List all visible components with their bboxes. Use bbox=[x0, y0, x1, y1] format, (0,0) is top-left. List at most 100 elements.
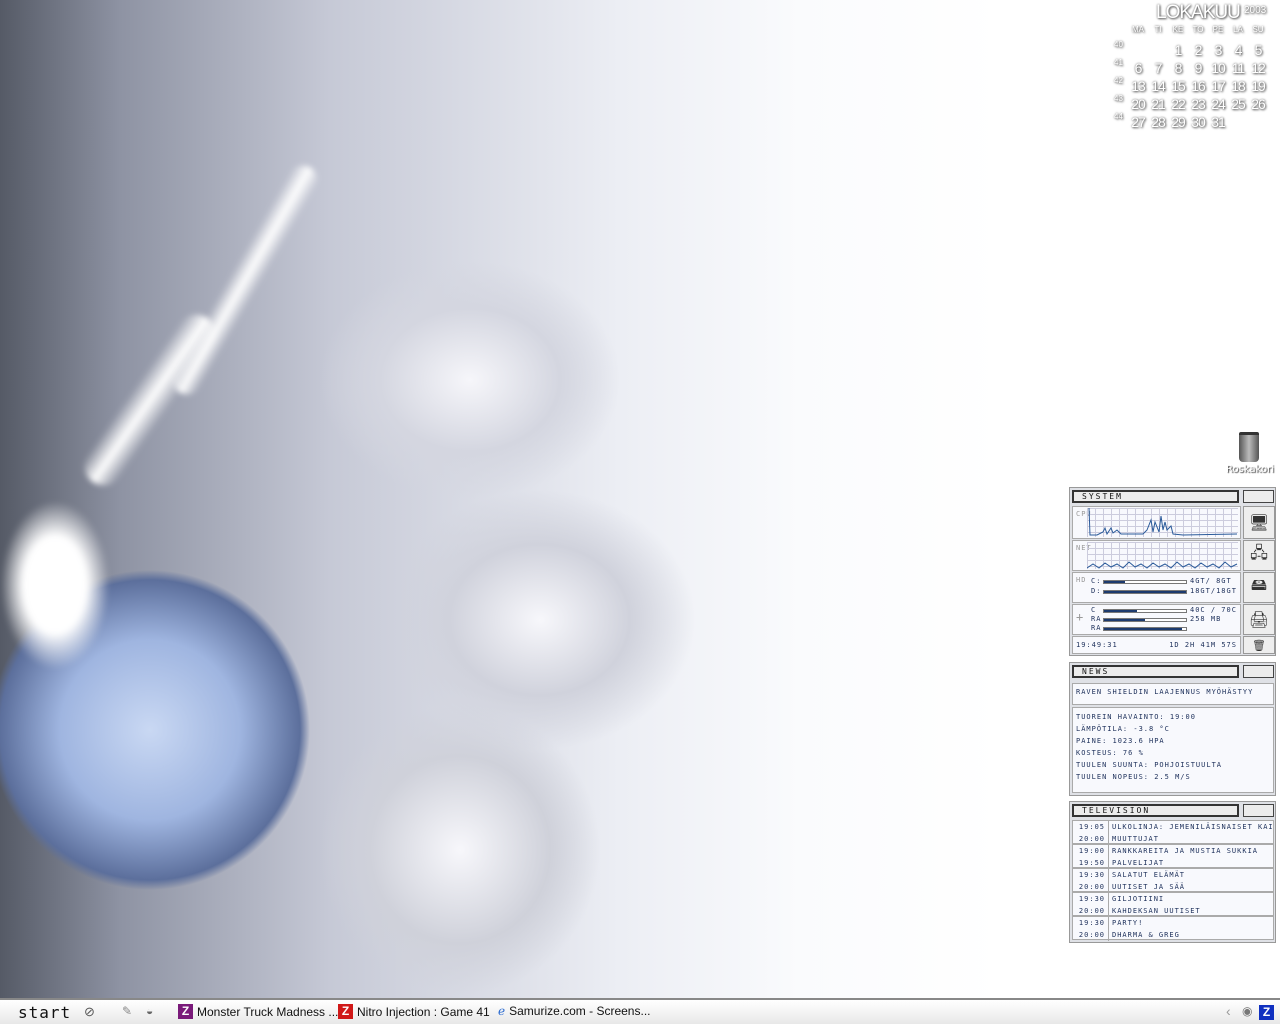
title-box bbox=[1243, 665, 1274, 678]
usage-bar bbox=[1103, 627, 1187, 631]
usage-bar bbox=[1103, 580, 1187, 584]
program-time: 20:00 bbox=[1073, 929, 1109, 941]
bar-label: D: bbox=[1091, 587, 1102, 595]
bar-fill bbox=[1104, 610, 1137, 612]
tv-program[interactable]: 19:30 SALATUT ELÄMÄT bbox=[1073, 869, 1273, 881]
bar-fill bbox=[1104, 591, 1186, 593]
title-box bbox=[1243, 804, 1274, 817]
program-time: 19:05 bbox=[1073, 821, 1109, 833]
news-title: NEWS bbox=[1072, 665, 1239, 678]
weather-line: TUULEN SUUNTA: POHJOISTUULTA bbox=[1076, 761, 1223, 769]
weather-line: KOSTEUS: 76 % bbox=[1076, 749, 1144, 757]
tv-program[interactable]: 19:30 PARTY! bbox=[1073, 917, 1273, 929]
drive-icon[interactable]: 🖴 bbox=[1243, 572, 1275, 603]
bar-fill bbox=[1104, 581, 1125, 583]
weather-line: TUULEN NOPEUS: 2.5 M/S bbox=[1076, 773, 1191, 781]
bar-label: C: bbox=[1091, 577, 1102, 585]
program-name: KAHDEKSAN UUTISET bbox=[1112, 907, 1201, 915]
bar-fill bbox=[1104, 619, 1145, 621]
news-panel: NEWS RAVEN SHIELDIN LAAJENNUS MYÖHÄSTYY … bbox=[1069, 662, 1276, 796]
task-label: Samurize.com - Screens... bbox=[509, 1004, 651, 1018]
tray-z-icon[interactable]: Z bbox=[1259, 1005, 1274, 1020]
program-time: 19:30 bbox=[1073, 869, 1109, 881]
z-icon: Z bbox=[338, 1004, 353, 1019]
program-name: RANKKAREITA JA MUSTIA SUKKIA bbox=[1112, 847, 1259, 855]
tv-panel: TELEVISION 19:05 ULKOLINJA: JEMENILÄISNAI… bbox=[1069, 801, 1276, 943]
taskbar: start ⊘ ✎ ◒ Z Monster Truck Madness ... Z… bbox=[0, 998, 1280, 1024]
trash-bin-icon[interactable]: 🗑 bbox=[1243, 636, 1275, 654]
weather-line: TUOREIN HAVAINTO: 19:00 bbox=[1076, 713, 1196, 721]
start-button[interactable]: start bbox=[18, 1003, 71, 1022]
usage-bar bbox=[1103, 590, 1187, 594]
tv-program[interactable]: 20:00 DHARMA & GREG bbox=[1073, 929, 1273, 941]
program-name: DHARMA & GREG bbox=[1112, 931, 1180, 939]
z-icon: Z bbox=[178, 1004, 193, 1019]
cpu-label: CPU bbox=[1076, 510, 1092, 518]
task-monster-truck[interactable]: Z Monster Truck Madness ... bbox=[178, 1004, 338, 1019]
tv-group: 19:05 ULKOLINJA: JEMENILÄISNAISET KAI 20:0… bbox=[1072, 820, 1274, 845]
net-graph: NET bbox=[1072, 540, 1241, 571]
usage-bar bbox=[1103, 609, 1187, 613]
tray-app-icon[interactable]: ◉ bbox=[1242, 1004, 1252, 1018]
task-samurize[interactable]: ℯ Samurize.com - Screens... bbox=[498, 1004, 650, 1018]
weather-line: LÄMPÖTILA: -3.8 °C bbox=[1076, 725, 1170, 733]
lightning bbox=[167, 159, 323, 401]
weather-box: TUOREIN HAVAINTO: 19:00 LÄMPÖTILA: -3.8 °… bbox=[1072, 707, 1274, 793]
tray-arrow-icon[interactable]: ‹ bbox=[1226, 1003, 1231, 1019]
task-label: Nitro Injection : Game 41 bbox=[357, 1004, 490, 1019]
quicklaunch-icon[interactable]: ✎ bbox=[122, 1004, 132, 1018]
program-time: 19:30 bbox=[1073, 893, 1109, 905]
program-name: GILJOTIINI bbox=[1112, 895, 1165, 903]
tv-group: 19:00 RANKKAREITA JA MUSTIA SUKKIA 19:50 PA… bbox=[1072, 844, 1274, 869]
glow bbox=[0, 500, 110, 670]
ie-icon: ℯ bbox=[498, 1004, 506, 1018]
bar-label: C bbox=[1091, 606, 1097, 614]
trash-desktop-icon[interactable]: Roskakori bbox=[1226, 432, 1275, 475]
program-time: 19:00 bbox=[1073, 845, 1109, 857]
hd-label: HD bbox=[1076, 576, 1087, 584]
today-marker bbox=[1110, 0, 1280, 135]
tv-group: 19:30 PARTY! 20:00 DHARMA & GREG bbox=[1072, 916, 1274, 941]
tv-title: TELEVISION bbox=[1072, 804, 1239, 817]
hd-usage: HD C: 4GT/ 8GT D: 18GT/18GT bbox=[1072, 572, 1241, 603]
desktop-icon[interactable]: ⊘ bbox=[84, 1004, 95, 1020]
title-box bbox=[1243, 490, 1274, 503]
headline-text: RAVEN SHIELDIN LAAJENNUS MYÖHÄSTYY bbox=[1076, 688, 1254, 696]
task-nitro-injection[interactable]: Z Nitro Injection : Game 41 bbox=[338, 1004, 490, 1019]
bar-label: RA bbox=[1091, 624, 1102, 632]
quicklaunch-icon-2[interactable]: ◒ bbox=[146, 1004, 153, 1018]
uptime: 1D 2H 41M 57S bbox=[1169, 641, 1237, 649]
tv-group: 19:30 GILJOTIINI 20:00 KAHDEKSAN UUTISET bbox=[1072, 892, 1274, 917]
network-icon[interactable]: 🖧 bbox=[1243, 540, 1275, 571]
bar-label: RA bbox=[1091, 615, 1102, 623]
task-label: Monster Truck Madness ... bbox=[197, 1004, 339, 1019]
cpu-graph: CPU bbox=[1072, 506, 1241, 539]
program-name: PARTY! bbox=[1112, 919, 1144, 927]
temp-label: + bbox=[1076, 610, 1085, 624]
computer-icon[interactable]: 🖥 bbox=[1243, 506, 1275, 539]
tv-group: 19:30 SALATUT ELÄMÄT 20:00 UUTISET JA SÄÄ bbox=[1072, 868, 1274, 893]
tv-program[interactable]: 19:30 GILJOTIINI bbox=[1073, 893, 1273, 905]
system-title: SYSTEM bbox=[1072, 490, 1239, 503]
program-name: PALVELIJAT bbox=[1112, 859, 1165, 867]
program-name: MUUTTUJAT bbox=[1112, 835, 1159, 843]
clock: 19:49:31 bbox=[1076, 641, 1118, 649]
program-name: ULKOLINJA: JEMENILÄISNAISET KAI bbox=[1112, 823, 1273, 831]
resources: + C 40C / 70C RA 258 MB RA bbox=[1072, 604, 1241, 635]
weather-line: PAINE: 1023.6 HPA bbox=[1076, 737, 1165, 745]
tv-program[interactable]: 19:00 RANKKAREITA JA MUSTIA SUKKIA bbox=[1073, 845, 1273, 857]
trash-label: Roskakori bbox=[1226, 464, 1275, 475]
usage-bar bbox=[1103, 618, 1187, 622]
program-time: 19:30 bbox=[1073, 917, 1109, 929]
system-panel: SYSTEM CPU NET HD C: 4GT/ 8GT D: 18GT/18GT … bbox=[1069, 487, 1276, 656]
trash-icon bbox=[1239, 432, 1259, 462]
program-name: SALATUT ELÄMÄT bbox=[1112, 871, 1186, 879]
tv-program[interactable]: 19:05 ULKOLINJA: JEMENILÄISNAISET KAI bbox=[1073, 821, 1273, 833]
bar-value: 18GT/18GT bbox=[1190, 587, 1237, 595]
bar-fill bbox=[1104, 628, 1182, 630]
news-headline[interactable]: RAVEN SHIELDIN LAAJENNUS MYÖHÄSTYY bbox=[1072, 683, 1274, 705]
printer-icon[interactable]: 🖨 bbox=[1243, 604, 1275, 635]
bar-value: 258 MB bbox=[1190, 615, 1222, 623]
program-name: UUTISET JA SÄÄ bbox=[1112, 883, 1186, 891]
bar-value: 40C / 70C bbox=[1190, 606, 1237, 614]
